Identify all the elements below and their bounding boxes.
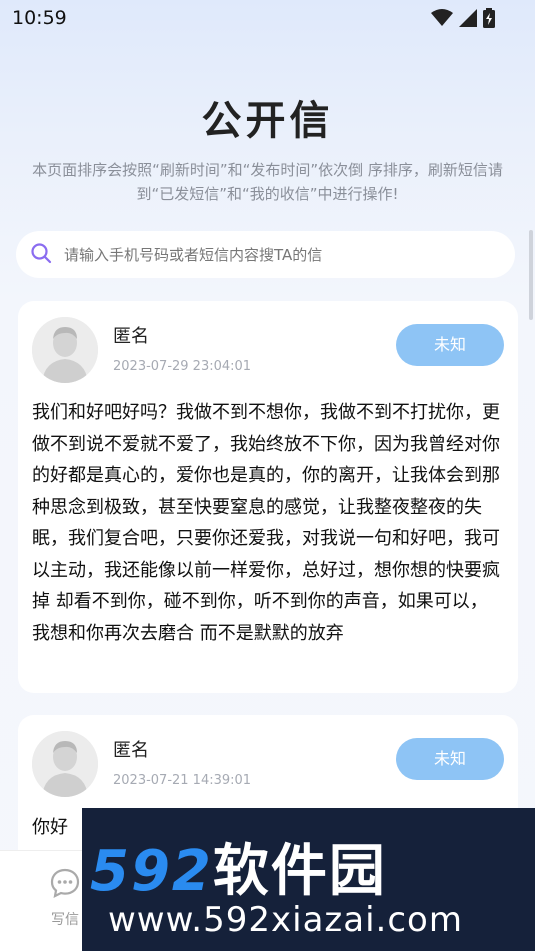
- page-description: 本页面排序会按照“刷新时间”和“发布时间”依次倒 序排序，刷新短信请到“已发短信…: [32, 161, 503, 203]
- battery-icon: [483, 8, 495, 32]
- search-input[interactable]: [64, 245, 484, 264]
- status-time: 10:59: [12, 7, 67, 29]
- scrollbar[interactable]: [529, 230, 533, 320]
- letter-content: 我们和好吧好吗？我做不到不想你，我做不到不打扰你，更做不到说不爱就不爱了，我始终…: [32, 402, 500, 644]
- author-name: 匿名: [113, 326, 149, 347]
- watermark-brand-number: 592: [90, 839, 213, 904]
- default-avatar-icon: [32, 317, 98, 383]
- search-icon: [30, 242, 52, 268]
- site-watermark: 592软件园 www.592xiazai.com: [82, 808, 535, 951]
- avatar: [32, 731, 98, 797]
- page-title: 公开信: [201, 98, 334, 144]
- search-bar[interactable]: [16, 231, 515, 278]
- status-icons: [431, 8, 495, 32]
- status-button[interactable]: 未知: [396, 324, 504, 366]
- signal-icon: [459, 9, 477, 31]
- letter-card[interactable]: 匿名 2023-07-29 23:04:01 未知 我们和好吧好吗？我做不到不想…: [18, 301, 518, 693]
- post-time: 2023-07-29 23:04:01: [113, 359, 252, 374]
- watermark-brand-text: 软件园: [212, 839, 387, 904]
- avatar: [32, 317, 98, 383]
- watermark-url: www.592xiazai.com: [108, 900, 463, 940]
- post-time: 2023-07-21 14:39:01: [113, 773, 252, 788]
- default-avatar-icon: [32, 731, 98, 797]
- chat-bubble-icon: [49, 868, 81, 903]
- author-name: 匿名: [113, 740, 149, 761]
- status-bar: 10:59: [0, 0, 535, 38]
- watermark-brand: 592软件园: [90, 826, 387, 907]
- status-button[interactable]: 未知: [396, 738, 504, 780]
- wifi-icon: [431, 9, 453, 31]
